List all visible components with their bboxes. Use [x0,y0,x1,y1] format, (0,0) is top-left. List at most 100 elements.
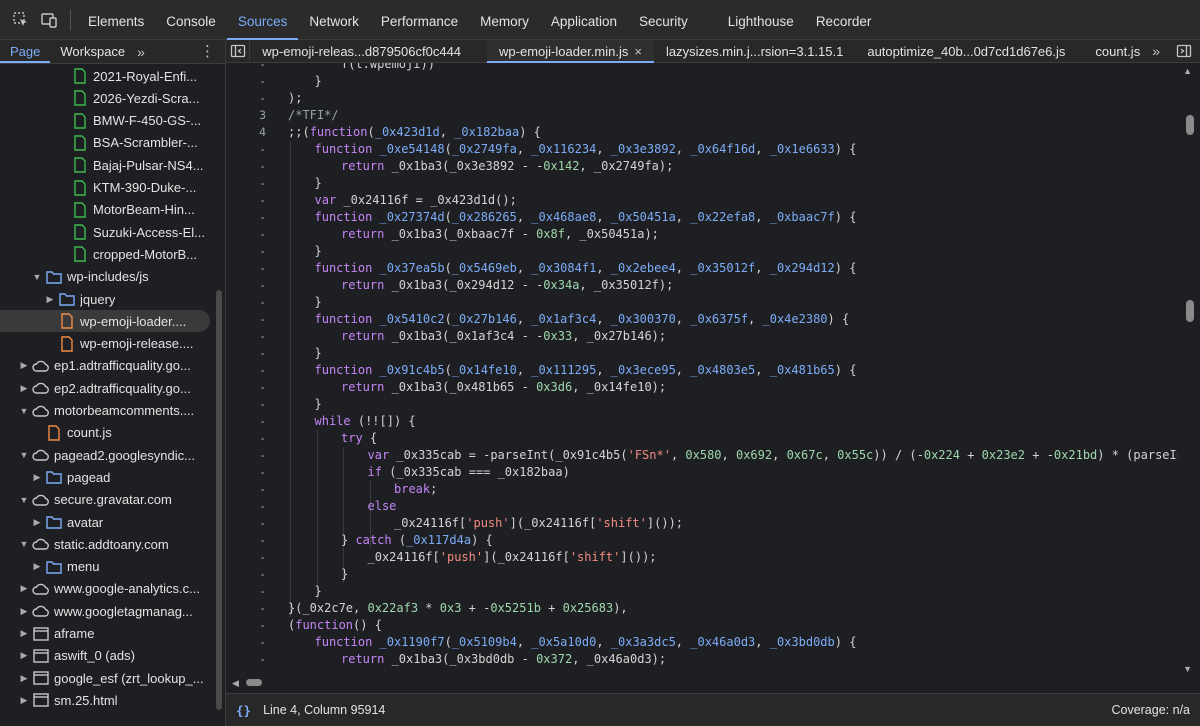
tab-application[interactable]: Application [540,0,628,40]
code-line[interactable]: return _0x1ba3(_0xbaac7f - 0x8f, _0x5045… [341,226,659,243]
line-number[interactable]: - [226,73,266,90]
code-line[interactable]: } [315,294,322,311]
toggle-debugger-icon[interactable] [1176,43,1192,59]
code-line[interactable]: var _0x335cab = -parseInt(_0x91c4b5('FSn… [368,447,1179,464]
line-number[interactable]: - [226,192,266,209]
device-toolbar-icon[interactable] [36,7,62,33]
close-tab-icon[interactable]: × [634,44,642,59]
tree-item[interactable]: ▶ pagead [0,466,210,488]
tree-item[interactable]: Suzuki-Access-El... [0,221,210,243]
code-line[interactable]: } catch (_0x117d4a) { [341,532,493,549]
code-line[interactable]: } [315,396,322,413]
code-line[interactable]: (function() { [288,617,382,634]
collapsed-arrow-icon[interactable]: ▶ [18,383,30,394]
tree-item[interactable]: cropped-MotorB... [0,243,210,265]
tab-console[interactable]: Console [155,0,227,40]
collapsed-arrow-icon[interactable]: ▶ [18,673,30,684]
line-number[interactable]: - [226,141,266,158]
line-number[interactable]: - [226,515,266,532]
line-number[interactable]: - [226,277,266,294]
collapsed-arrow-icon[interactable]: ▶ [18,583,30,594]
coverage-status[interactable]: Coverage: n/a [1111,703,1190,717]
expanded-arrow-icon[interactable]: ▼ [31,272,43,282]
code-line[interactable]: _0x24116f['push'](_0x24116f['shift']()); [394,515,683,532]
line-number[interactable]: - [226,90,266,107]
tree-item[interactable]: wp-emoji-loader.... [0,310,210,333]
editor-tab[interactable]: lazysizes.min.j...rsion=3.1.15.1 [654,40,855,63]
tree-item[interactable]: Bajaj-Pulsar-NS4... [0,154,210,176]
tab-lighthouse[interactable]: Lighthouse [717,0,805,40]
code-line[interactable]: return _0x1ba3(_0x3bd0db - 0x372, _0x46a… [341,651,666,668]
code-line[interactable]: ;;(function(_0x423d1d, _0x182baa) { [288,124,541,141]
navigator-scrollbar[interactable] [216,290,222,710]
tab-workspace[interactable]: Workspace [50,40,135,63]
tree-item[interactable]: ▼ wp-includes/js [0,266,210,288]
code-line[interactable]: }(_0x2c7e, 0x22af3 * 0x3 + -0x5251b + 0x… [288,600,628,617]
tree-item[interactable]: ▶ aframe [0,623,210,645]
line-number[interactable]: - [226,481,266,498]
line-number[interactable]: - [226,498,266,515]
tab-security[interactable]: Security [628,0,699,40]
code-line[interactable]: ); [288,90,302,107]
tab-elements[interactable]: Elements [77,0,155,40]
editor-tab[interactable]: autoptimize_40b...0d7cd1d67e6.js [855,40,1077,63]
code-line[interactable]: } [315,583,322,600]
editor-horizontal-scrollbar-thumb[interactable] [246,679,262,686]
more-tabs-icon[interactable]: » [137,44,145,60]
scroll-down-arrow-icon[interactable]: ▼ [1183,664,1192,674]
tree-item[interactable]: ▶ ep1.adtrafficquality.go... [0,355,210,377]
collapsed-arrow-icon[interactable]: ▶ [31,472,43,483]
tree-item[interactable]: ▶ aswift_0 (ads) [0,645,210,667]
code-line[interactable]: while (!![]) { [315,413,416,430]
code-line[interactable]: else [368,498,397,515]
code-line[interactable]: function _0x27374d(_0x286265, _0x468ae8,… [315,209,857,226]
tree-item[interactable]: ▶ menu [0,556,210,578]
tree-item[interactable]: wp-emoji-release.... [0,333,210,355]
line-number[interactable]: - [226,209,266,226]
collapsed-arrow-icon[interactable]: ▶ [18,606,30,617]
line-number[interactable]: - [226,464,266,481]
toggle-navigator-icon[interactable] [226,40,251,62]
tree-item[interactable]: ▼ motorbeamcomments.... [0,400,210,422]
pretty-print-icon[interactable]: {} [236,703,251,718]
element-select-icon[interactable] [8,7,34,33]
collapsed-arrow-icon[interactable]: ▶ [44,294,56,305]
line-number-gutter[interactable]: ---34------------------------------- [226,63,270,676]
code-line[interactable]: function _0x91c4b5(_0x14fe10, _0x111295,… [315,362,857,379]
line-number[interactable]: - [226,294,266,311]
code-line[interactable]: break; [394,481,437,498]
code-line[interactable]: if (_0x335cab === _0x182baa) [368,464,570,481]
collapsed-arrow-icon[interactable]: ▶ [18,628,30,639]
collapsed-arrow-icon[interactable]: ▶ [31,517,43,528]
tree-item[interactable]: count.js [0,422,210,444]
line-number[interactable]: - [226,328,266,345]
expanded-arrow-icon[interactable]: ▼ [18,406,30,416]
more-editor-tabs-icon[interactable]: » [1152,43,1160,59]
expanded-arrow-icon[interactable]: ▼ [18,450,30,460]
code-editor[interactable]: ---34------------------------------- f(t… [226,63,1200,676]
code-line[interactable]: } [315,243,322,260]
tree-item[interactable]: ▶ google_esf (zrt_lookup_... [0,667,210,689]
scroll-up-arrow-icon[interactable]: ▲ [1183,66,1192,76]
line-number[interactable]: - [226,379,266,396]
tree-item[interactable]: BMW-F-450-GS-... [0,110,210,132]
code-line[interactable]: return _0x1ba3(_0x1af3c4 - -0x33, _0x27b… [341,328,666,345]
tree-item[interactable]: ▶ ep2.adtrafficquality.go... [0,377,210,399]
code-line[interactable]: } [341,566,348,583]
code-line[interactable]: _0x24116f['push'](_0x24116f['shift']()); [368,549,657,566]
line-number[interactable]: - [226,430,266,447]
line-number[interactable]: - [226,311,266,328]
tree-item[interactable]: ▶ jquery [0,288,210,310]
editor-vertical-scrollbar-thumb[interactable] [1186,115,1194,135]
scroll-left-arrow-icon[interactable]: ◀ [232,678,239,689]
line-number[interactable]: - [226,566,266,583]
expanded-arrow-icon[interactable]: ▼ [18,539,30,549]
line-number[interactable]: - [226,617,266,634]
tab-memory[interactable]: Memory [469,0,540,40]
code-line[interactable]: function _0x37ea5b(_0x5469eb, _0x3084f1,… [315,260,857,277]
line-number[interactable]: - [226,549,266,566]
code-line[interactable]: var _0x24116f = _0x423d1d(); [315,192,517,209]
collapsed-arrow-icon[interactable]: ▶ [18,360,30,371]
line-number[interactable]: - [226,175,266,192]
line-number[interactable]: - [226,583,266,600]
